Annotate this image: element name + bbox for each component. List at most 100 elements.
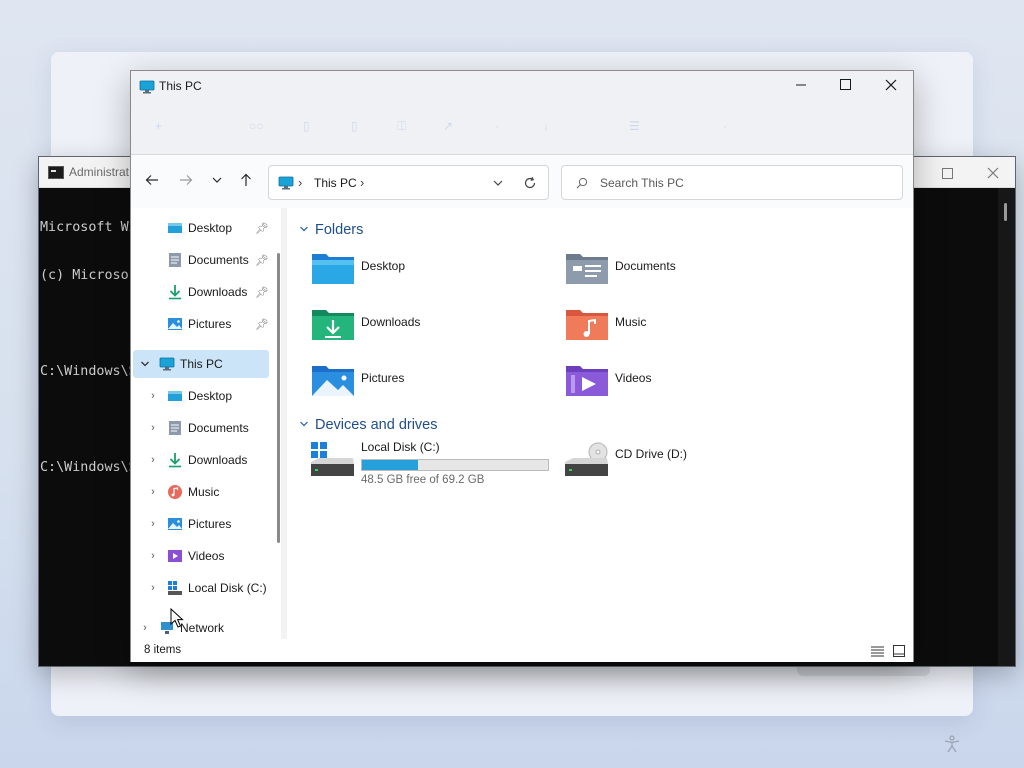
refresh-icon[interactable] xyxy=(521,175,539,191)
address-dropdown-icon[interactable] xyxy=(489,175,507,191)
folder-tile-videos[interactable]: Videos xyxy=(565,362,805,410)
drives-group-header[interactable]: Devices and drives xyxy=(299,415,438,435)
downloads-folder-icon xyxy=(311,306,355,342)
desktop-icon xyxy=(167,220,183,236)
sidebar-item-desktop-pinned[interactable]: Desktop 📌︎ xyxy=(133,214,269,242)
terminal-scroll-thumb[interactable] xyxy=(1004,203,1007,221)
accessibility-icon[interactable] xyxy=(942,734,962,757)
close-button[interactable] xyxy=(868,72,914,100)
sidebar-item-network[interactable]: › Network xyxy=(133,614,269,639)
sidebar-item-music[interactable]: › Music xyxy=(133,478,269,506)
folder-tile-documents[interactable]: Documents xyxy=(565,250,805,298)
videos-icon xyxy=(167,548,183,564)
sidebar-item-this-pc[interactable]: This PC xyxy=(133,350,269,378)
content-pane[interactable]: Folders Desktop Documents Downloads Musi… xyxy=(287,208,913,639)
breadcrumb-this-pc[interactable]: This PC xyxy=(314,176,357,190)
drive-tile-local-disk[interactable]: Local Disk (C:) 48.5 GB free of 69.2 GB xyxy=(311,438,551,498)
pin-icon[interactable]: 📌︎ xyxy=(255,222,269,235)
chevron-down-icon xyxy=(299,419,313,432)
breadcrumb-separator-icon[interactable]: › xyxy=(360,175,364,190)
back-button[interactable] xyxy=(139,168,165,194)
chevron-right-icon[interactable]: › xyxy=(147,422,159,434)
folder-tile-downloads[interactable]: Downloads xyxy=(311,306,551,354)
status-bar: 8 items xyxy=(131,639,913,662)
desktop-folder-icon xyxy=(311,250,355,286)
chevron-right-icon[interactable]: › xyxy=(147,582,159,594)
chevron-right-icon[interactable]: › xyxy=(147,550,159,562)
chevron-right-icon[interactable]: › xyxy=(147,390,159,402)
search-box[interactable] xyxy=(561,165,903,200)
arrow-left-icon xyxy=(145,173,159,190)
this-pc-icon xyxy=(139,79,155,98)
sidebar-item-label: This PC xyxy=(180,357,223,371)
forward-button[interactable] xyxy=(173,168,199,194)
chevron-right-icon[interactable]: › xyxy=(139,622,151,634)
sidebar-item-label: Local Disk (C:) xyxy=(188,581,267,595)
downloads-icon xyxy=(167,284,183,300)
sidebar-item-label: Pictures xyxy=(188,317,232,331)
folders-group-header[interactable]: Folders xyxy=(299,220,363,240)
sidebar-item-local-disk[interactable]: › Local Disk (C:) xyxy=(133,574,269,602)
sidebar-item-label: Downloads xyxy=(188,453,248,467)
pin-icon[interactable]: 📌︎ xyxy=(255,286,269,299)
pin-icon[interactable]: 📌︎ xyxy=(255,318,269,331)
share-icon: ↗ xyxy=(443,119,454,133)
folder-tile-desktop[interactable]: Desktop xyxy=(311,250,551,298)
file-explorer-window[interactable]: This PC + ○○ ▯ ▯ ⎅ ↗ · ↓ ☰ · › This PC ›… xyxy=(130,70,914,662)
up-button[interactable] xyxy=(233,168,259,194)
maximize-button[interactable] xyxy=(822,72,868,100)
tile-label: Local Disk (C:) xyxy=(361,440,440,454)
folder-tile-music[interactable]: Music xyxy=(565,306,805,354)
sidebar-item-downloads-pinned[interactable]: Downloads 📌︎ xyxy=(133,278,269,306)
explorer-titlebar[interactable]: This PC + ○○ ▯ ▯ ⎅ ↗ · ↓ ☰ · xyxy=(131,71,913,155)
terminal-output[interactable]: Microsoft Wi (c) Microso C:\Windows\S C:… xyxy=(40,187,132,665)
tile-label: Music xyxy=(615,315,647,329)
sidebar-item-label: Desktop xyxy=(188,221,233,235)
breadcrumb-separator-icon[interactable]: › xyxy=(298,175,302,190)
recent-locations-button[interactable] xyxy=(204,168,230,194)
sidebar-item-pictures[interactable]: › Pictures xyxy=(133,510,269,538)
minimize-icon xyxy=(795,79,807,94)
details-view-icon[interactable] xyxy=(869,643,885,659)
maximize-icon xyxy=(839,79,851,93)
tiles-view-icon[interactable] xyxy=(891,643,907,659)
chevron-down-icon[interactable] xyxy=(139,358,151,370)
close-icon[interactable] xyxy=(977,161,1009,185)
maximize-icon[interactable] xyxy=(931,161,963,185)
sidebar-item-pictures-pinned[interactable]: Pictures 📌︎ xyxy=(133,310,269,338)
sidebar-item-label: Music xyxy=(188,485,220,499)
sidebar-item-label: Network xyxy=(180,621,225,635)
music-icon xyxy=(167,484,183,500)
sidebar-item-desktop[interactable]: › Desktop xyxy=(133,382,269,410)
drive-tile-cd-drive[interactable]: CD Drive (D:) xyxy=(565,438,805,498)
sidebar-item-videos[interactable]: › Videos xyxy=(133,542,269,570)
sidebar-item-documents[interactable]: › Documents xyxy=(133,414,269,442)
search-icon xyxy=(576,177,588,192)
sidebar-item-label: Pictures xyxy=(188,517,232,531)
cd-drive-icon xyxy=(565,442,609,478)
terminal-scrollbar[interactable] xyxy=(998,188,1015,666)
terminal-line: Microsoft Wi xyxy=(40,220,132,235)
sidebar-item-documents-pinned[interactable]: Documents 📌︎ xyxy=(133,246,269,274)
minimize-button[interactable] xyxy=(778,72,824,100)
chevron-right-icon[interactable]: › xyxy=(147,518,159,530)
documents-icon xyxy=(167,420,183,436)
group-title: Devices and drives xyxy=(315,417,438,433)
search-input[interactable] xyxy=(600,173,890,193)
chevron-right-icon[interactable]: › xyxy=(147,486,159,498)
drive-usage-fill xyxy=(362,460,418,470)
tile-label: Pictures xyxy=(361,371,405,385)
pin-icon[interactable]: 📌︎ xyxy=(255,254,269,267)
address-bar[interactable]: › This PC › xyxy=(268,165,549,200)
sidebar-scrollbar[interactable] xyxy=(277,253,280,543)
chevron-down-icon xyxy=(299,224,313,237)
sidebar-item-label: Downloads xyxy=(188,285,248,299)
pictures-folder-icon xyxy=(311,362,355,398)
navigation-pane[interactable]: Desktop 📌︎ Documents 📌︎ Downloads 📌︎ Pic… xyxy=(131,208,281,639)
sidebar-item-downloads[interactable]: › Downloads xyxy=(133,446,269,474)
terminal-line: C:\Windows\S xyxy=(40,364,132,379)
chevron-right-icon[interactable]: › xyxy=(147,454,159,466)
folder-tile-pictures[interactable]: Pictures xyxy=(311,362,551,410)
local-disk-icon xyxy=(167,580,183,596)
documents-folder-icon xyxy=(565,250,609,286)
